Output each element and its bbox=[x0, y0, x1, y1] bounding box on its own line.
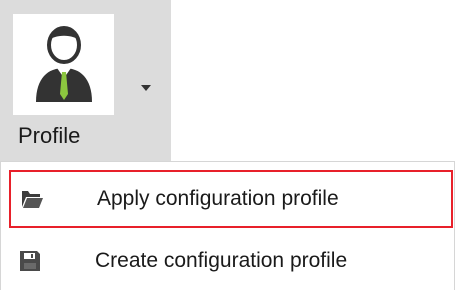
folder-open-icon bbox=[19, 186, 45, 212]
profile-split-button[interactable]: Profile bbox=[0, 0, 171, 161]
dropdown-arrow-icon bbox=[141, 85, 151, 91]
profile-dropdown-toggle[interactable] bbox=[136, 81, 156, 95]
menu-item-label: Apply configuration profile bbox=[97, 187, 339, 210]
menu-item-create-configuration-profile[interactable]: Create configuration profile bbox=[9, 234, 453, 288]
menu-item-label: Create configuration profile bbox=[95, 249, 348, 272]
profile-button-label: Profile bbox=[18, 123, 81, 148]
menu-item-apply-configuration-profile[interactable]: Apply configuration profile bbox=[9, 170, 453, 228]
profile-button-main[interactable] bbox=[13, 14, 114, 115]
save-floppy-icon bbox=[17, 248, 43, 274]
user-avatar-icon bbox=[36, 26, 92, 102]
profile-dropdown-menu: Apply configuration profile Create confi… bbox=[0, 161, 455, 290]
